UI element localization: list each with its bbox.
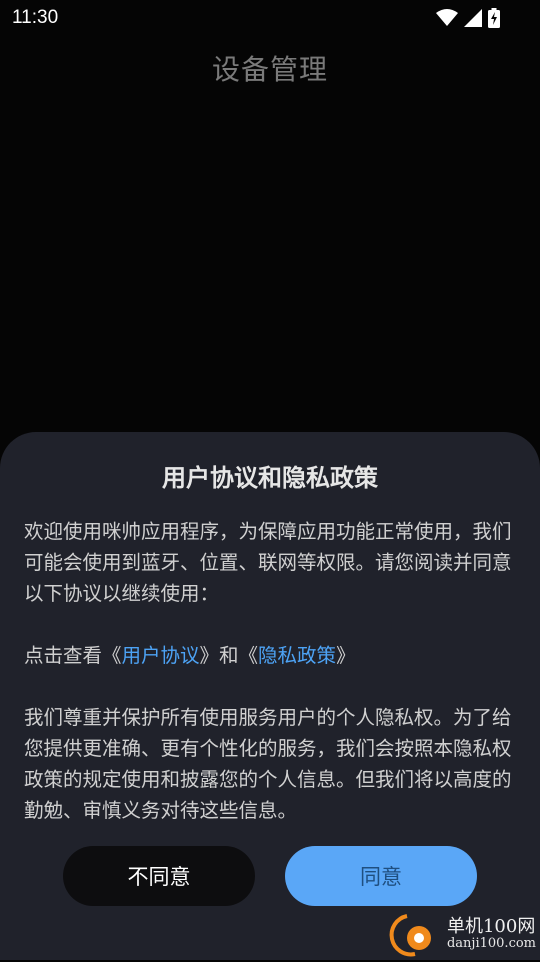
watermark-name: 单机100网	[446, 915, 536, 937]
dialog-title: 用户协议和隐私政策	[162, 464, 378, 492]
signal-icon	[464, 9, 482, 31]
links-middle: 》和《	[199, 644, 259, 667]
watermark: 单机100网 danji100.com	[385, 910, 536, 958]
watermark-text: 单机100网 danji100.com	[446, 915, 536, 951]
disagree-button[interactable]: 不同意	[63, 846, 255, 906]
links-suffix: 》	[336, 644, 356, 667]
status-icons	[436, 8, 500, 32]
page-title: 设备管理	[211, 53, 328, 86]
watermark-logo-icon	[385, 910, 441, 958]
dialog-body: 欢迎使用咪帅应用程序，为保障应用功能正常使用，我们可能会使用到蓝牙、位置、联网等…	[24, 516, 516, 826]
agree-button[interactable]: 同意	[285, 846, 477, 906]
status-time: 11:30	[12, 7, 59, 28]
privacy-dialog: 用户协议和隐私政策 欢迎使用咪帅应用程序，为保障应用功能正常使用，我们可能会使用…	[0, 432, 540, 960]
agreement-links-line: 点击查看《用户协议》和《隐私政策》	[24, 640, 516, 671]
links-prefix: 点击查看《	[24, 644, 122, 667]
status-bar: 11:30	[0, 0, 540, 36]
user-agreement-link[interactable]: 用户协议	[122, 644, 200, 667]
battery-charging-icon	[488, 8, 500, 32]
watermark-url: danji100.com	[446, 935, 536, 951]
dialog-intro: 欢迎使用咪帅应用程序，为保障应用功能正常使用，我们可能会使用到蓝牙、位置、联网等…	[24, 520, 512, 605]
privacy-policy-link[interactable]: 隐私政策	[258, 644, 336, 667]
wifi-icon	[436, 9, 458, 31]
dialog-statement: 我们尊重并保护所有使用服务用户的个人隐私权。为了给您提供更准确、更有个性化的服务…	[24, 706, 512, 822]
